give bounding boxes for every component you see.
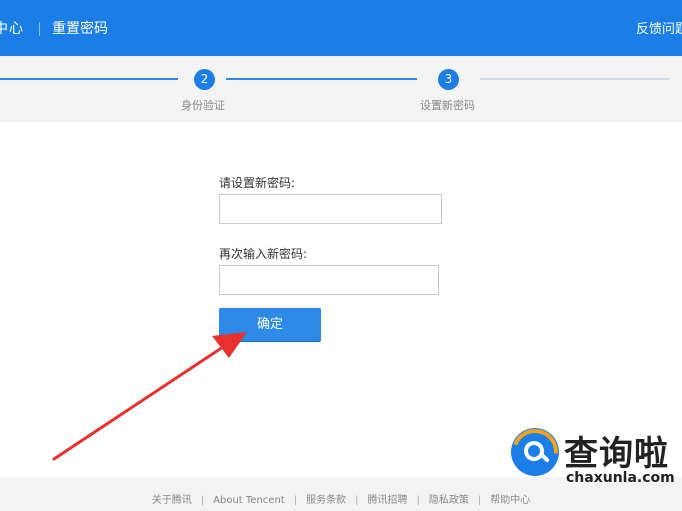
steps-progress-bar: 2 身份验证 3 设置新密码 — [0, 56, 682, 122]
step-2-circle: 2 — [194, 69, 215, 90]
watermark-url: chaxunla.com — [566, 470, 675, 486]
confirm-password-label: 再次输入新密码: — [219, 247, 308, 261]
feedback-link[interactable]: 反馈问题 — [636, 18, 682, 37]
footer-link-privacy[interactable]: 隐私政策 — [429, 495, 469, 506]
footer-link-help[interactable]: 帮助中心 — [490, 495, 530, 506]
header-divider — [39, 22, 40, 36]
step-connector — [226, 78, 417, 80]
footer-links: 关于腾讯 | About Tencent | 服务条款 | 腾讯招聘 | 隐私政策 | 帮助中心 — [0, 491, 682, 506]
footer-link-careers[interactable]: 腾讯招聘 — [367, 495, 407, 506]
step-2-label: 身份验证 — [181, 99, 225, 112]
footer-separator: | — [416, 495, 420, 506]
step-connector — [480, 78, 670, 80]
confirm-button[interactable]: 确定 — [219, 308, 321, 341]
step-connector — [0, 78, 178, 80]
new-password-label: 请设置新密码: — [219, 176, 296, 190]
step-3-circle: 3 — [438, 69, 459, 90]
footer-separator: | — [355, 495, 359, 506]
new-password-input[interactable] — [219, 194, 442, 224]
step-3-label: 设置新密码 — [420, 99, 475, 112]
footer-separator: | — [293, 495, 298, 506]
top-header-bar: 中心 重置密码 反馈问题 — [0, 0, 682, 56]
footer-separator: | — [477, 495, 482, 506]
footer-link-terms[interactable]: 服务条款 — [306, 495, 346, 506]
watermark-brand: 查询啦 — [564, 434, 669, 474]
account-center-title[interactable]: 中心 — [0, 18, 24, 38]
footer-link-about-tencent-cn[interactable]: 关于腾讯 — [152, 495, 192, 506]
page-title: 重置密码 — [52, 21, 108, 37]
chaxunla-logo-icon — [511, 428, 559, 476]
footer-separator: | — [200, 495, 205, 506]
confirm-password-input[interactable] — [219, 265, 439, 295]
footer-link-about-tencent-en[interactable]: About Tencent — [213, 495, 285, 506]
